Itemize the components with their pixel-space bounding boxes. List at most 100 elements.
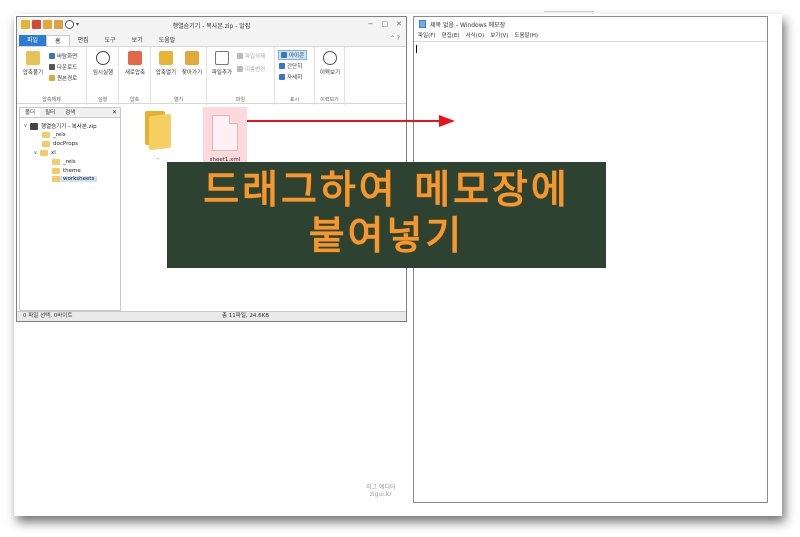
extract-downloads-button[interactable]: 다운로드 <box>49 63 77 71</box>
tree-item-rels[interactable]: _rels <box>42 132 66 138</box>
play-circle-icon <box>96 51 110 65</box>
extract-desktop-button[interactable]: 바탕화면 <box>49 52 77 60</box>
menu-help[interactable]: 도움말(H) <box>514 31 538 41</box>
folder-icon <box>143 111 173 151</box>
menu-view[interactable]: 보기(V) <box>490 31 508 41</box>
tree-item-docprops[interactable]: docProps <box>42 141 78 147</box>
text-caret <box>416 45 417 53</box>
panel-tab-filter[interactable]: 필터 <box>40 108 60 117</box>
status-selection: 0 파일 선택, 0바이트 <box>23 313 73 319</box>
tab-file[interactable]: 파일 <box>19 35 47 46</box>
tree-item-worksheets[interactable]: worksheets <box>52 176 98 182</box>
view-icons-button[interactable]: 아이콘 <box>278 50 308 60</box>
folder-icon <box>42 132 50 138</box>
tree-item-theme[interactable]: theme <box>52 168 81 174</box>
tab-help[interactable]: 도움말 <box>151 35 184 46</box>
view-simple-button[interactable]: 간단히 <box>279 62 302 70</box>
grid-icon <box>281 52 287 58</box>
xml-file-icon <box>212 115 238 151</box>
desktop-icon <box>49 53 55 59</box>
tab-home[interactable]: 홈 <box>46 35 70 46</box>
group-label-open: 열기 <box>173 97 184 103</box>
extract-original-label: 원본경로 <box>57 76 78 82</box>
window-title: 행열슴기기 - 복사본.zip - 알집 <box>172 23 251 30</box>
ribbon-group-compress: 새로압축 압축 <box>119 47 151 105</box>
add-file-label: 파일추가 <box>211 70 233 76</box>
open-archive-button[interactable]: 압축열기 <box>153 51 179 76</box>
temp-run-button[interactable]: 임시실행 <box>90 51 116 76</box>
history-label: 이력보기 <box>319 70 341 76</box>
view-details-button[interactable]: 자세히 <box>279 73 302 81</box>
drag-arrow-icon <box>247 115 455 127</box>
alzip-titlebar: ▾ 행열슴기기 - 복사본.zip - 알집 − □ ✕ <box>17 17 406 33</box>
trash-icon <box>237 53 243 59</box>
details-icon <box>279 74 285 80</box>
rename-button[interactable]: 이름변경 <box>237 65 265 73</box>
notepad-text-area[interactable] <box>414 41 767 502</box>
ribbon-group-history: 이력보기 이력보기 <box>315 47 345 105</box>
tree-root[interactable]: v 행열슴기기 - 복사본.zip <box>24 122 97 130</box>
open-archive-icon <box>159 51 173 65</box>
menu-edit[interactable]: 편집(E) <box>442 31 460 41</box>
watermark-line-1: 지그 에디터 <box>366 484 396 491</box>
status-total: 총 11파일, 24.6KB <box>222 313 270 319</box>
panel-tab-folder[interactable]: 폴더 <box>20 108 41 117</box>
file-name: .. <box>156 155 160 161</box>
tree-item-label: theme <box>63 168 81 174</box>
close-button[interactable]: ✕ <box>396 20 402 28</box>
group-label-compress: 압축 <box>129 97 140 103</box>
tree-item-label: _rels <box>53 132 66 138</box>
menu-file[interactable]: 파일(F) <box>418 31 436 41</box>
maximize-button[interactable]: □ <box>382 20 389 28</box>
tree-item-xl-rels[interactable]: _rels <box>52 159 76 165</box>
extract-label: 압축풀기 <box>22 70 44 76</box>
folder-icon <box>52 159 60 165</box>
add-file-icon <box>215 51 229 65</box>
file-item-parent[interactable]: .. <box>137 107 179 165</box>
tab-tools[interactable]: 도구 <box>97 35 124 46</box>
group-label-history: 이력보기 <box>320 97 339 103</box>
ribbon-collapse-icon[interactable]: ⌃ ? <box>390 35 400 42</box>
extract-original-button[interactable]: 원본경로 <box>49 74 77 82</box>
delete-file-button[interactable]: 파일삭제 <box>237 52 265 60</box>
zip-archive-icon <box>29 122 38 130</box>
collapse-chevron-icon[interactable]: v <box>34 150 37 156</box>
go-to-button[interactable]: 찾아가기 <box>179 51 205 76</box>
ribbon-group-view: 아이콘 간단히 자세히 표시 <box>275 47 315 105</box>
compress-icon <box>128 51 142 65</box>
extract-icon <box>26 51 40 65</box>
new-compress-label: 새로압축 <box>124 70 146 76</box>
collapse-chevron-icon[interactable]: v <box>24 123 27 129</box>
panel-tab-search[interactable]: 검색 <box>60 108 80 117</box>
ribbon-group-extract: 압축풀기 바탕화면 다운로드 원본경로 압축해제 <box>17 47 87 105</box>
folder-icon <box>39 150 48 156</box>
tree-item-xl[interactable]: v xl <box>34 150 56 156</box>
go-to-folder-icon <box>185 51 199 65</box>
new-compress-button[interactable]: 새로압축 <box>122 51 148 76</box>
panel-close-icon[interactable]: ✕ <box>112 108 117 118</box>
rename-icon <box>237 66 243 72</box>
extract-button[interactable]: 압축풀기 <box>21 51 45 76</box>
file-item-sheet1[interactable]: sheet1.xml <box>203 107 247 167</box>
instruction-banner: 드래그하여 메모장에 붙여넣기 <box>167 162 606 268</box>
history-button[interactable]: 이력보기 <box>317 51 343 76</box>
notepad-icon <box>419 20 426 28</box>
menu-format[interactable]: 서식(O) <box>465 31 484 41</box>
view-details-label: 자세히 <box>287 75 303 81</box>
clock-icon <box>323 51 337 65</box>
banner-line-1: 드래그하여 메모장에 <box>203 168 570 213</box>
top-divider <box>544 11 594 12</box>
tree-item-label: xl <box>50 150 56 156</box>
watermark: 지그 에디터 zigui.kr <box>366 484 396 498</box>
delete-file-label: 파일삭제 <box>245 54 266 60</box>
rename-label: 이름변경 <box>245 67 266 73</box>
ribbon-tabs: 파일 홈 편집 도구 보기 도움말 ⌃ ? <box>17 33 406 46</box>
notepad-title: 제목 없음 - Windows 메모장 <box>430 21 506 29</box>
status-bar: 0 파일 선택, 0바이트 총 11파일, 24.6KB <box>17 311 406 321</box>
minimize-button[interactable]: − <box>368 20 374 28</box>
ribbon-group-file: 파일추가 파일삭제 이름변경 파일 <box>207 47 275 105</box>
folder-icon <box>52 176 60 182</box>
tab-view[interactable]: 보기 <box>124 35 151 46</box>
tab-edit[interactable]: 편집 <box>70 35 97 46</box>
add-file-button[interactable]: 파일추가 <box>209 51 235 76</box>
